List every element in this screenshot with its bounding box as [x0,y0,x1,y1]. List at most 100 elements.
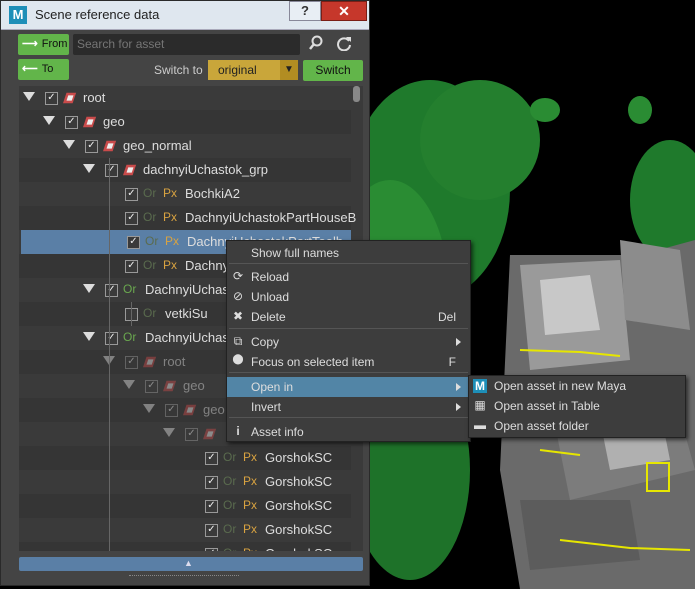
expand-arrow-icon[interactable] [63,140,75,149]
tree-row[interactable]: root [19,86,351,110]
expand-arrow-icon[interactable] [83,332,95,341]
arrow-left-icon: ⟵ [22,63,38,75]
tree-row-label: GorshokSC [265,522,333,537]
tree-guide-line [109,158,110,551]
tree-row[interactable]: dachnyiUchastok_grp [19,158,351,182]
tree-row-checkbox[interactable] [125,260,138,273]
tree-row[interactable]: Or Px DachnyiUchastokPartHouseB [19,206,356,230]
tree-row[interactable]: Or Px GorshokSC [19,518,351,542]
expand-arrow-icon[interactable] [83,284,95,293]
tree-row-checkbox[interactable] [125,356,138,369]
tree-row-label: geo [183,378,205,393]
to-button-label: To [41,63,54,75]
menu-item-label: Copy [251,335,280,349]
tree-row-checkbox[interactable] [145,380,158,393]
menu-item-unload[interactable]: ⊘ Unload [227,287,470,307]
reference-group-icon [143,356,157,368]
from-button[interactable]: ⟶ From [18,34,69,55]
tree-scroll-bar[interactable]: ▲ [19,557,363,571]
original-tag: Or [223,546,236,551]
tree-row[interactable]: Or Px GorshokSC [19,446,351,470]
tree-row-checkbox[interactable] [165,404,178,417]
tree-row[interactable]: geo_normal [19,134,351,158]
menu-item-focus-on-selected-item[interactable]: ⬤ Focus on selected item F [227,352,470,372]
menu-item-label: Open asset in new Maya [494,379,627,393]
tree-row-checkbox[interactable] [185,428,198,441]
tree-row-checkbox[interactable] [205,548,218,551]
refresh-icon[interactable] [334,35,354,56]
menu-separator [229,372,468,373]
proxy-tag: Px [163,258,178,272]
help-button[interactable]: ? [289,1,321,21]
tree-row[interactable]: Or Px GorshokSC [19,542,351,551]
submenu-item-open-asset-in-table[interactable]: ▦ Open asset in Table [469,396,685,416]
title-bar[interactable]: M Scene reference data ? ✕ [1,1,369,30]
tree-row[interactable]: Or Px BochkiA2 [19,182,351,206]
tree-row[interactable]: Or Px GorshokSC [19,470,351,494]
search-input[interactable] [73,34,300,55]
reference-group-icon [203,428,217,440]
menu-shortcut: Del [437,310,456,324]
menu-item-show-full-names[interactable]: Show full names [227,243,470,263]
menu-item-label: Reload [251,270,290,284]
tree-row-checkbox[interactable] [205,476,218,489]
tree-row-checkbox[interactable] [105,284,118,297]
menu-shortcut: F [448,355,456,369]
tree-row-label: geo [103,114,125,129]
proxy-tag: Px [243,498,258,512]
menu-item-label: Delete [251,310,286,324]
tree-row-checkbox[interactable] [125,188,138,201]
tree-row-checkbox[interactable] [85,140,98,153]
expand-arrow-icon[interactable] [83,164,95,173]
tree-row-checkbox[interactable] [105,332,118,345]
expand-arrow-icon[interactable] [43,116,55,125]
tree-row-label: DachnyiUchastokPartHouseB [185,210,357,225]
expand-arrow-icon[interactable] [123,380,135,389]
tree-row[interactable]: Or Px GorshokSC [19,494,351,518]
search-icon[interactable] [306,35,326,56]
menu-item-label: Asset info [251,425,304,439]
menu-item-open-in[interactable]: Open in [227,377,470,397]
table-icon: ▦ [474,398,486,412]
arrow-right-icon: ⟶ [22,38,38,50]
tree-guide-line [131,302,132,326]
tree-scrollbar-handle[interactable] [353,86,360,102]
tree-row-checkbox[interactable] [65,116,78,129]
proxy-tag: Px [243,474,258,488]
tree-row-label: geo_normal [123,138,192,153]
chevron-up-icon[interactable]: ▲ [184,558,193,568]
expand-arrow-icon[interactable] [143,404,155,413]
submenu-item-open-asset-in-new-maya[interactable]: M Open asset in new Maya [469,376,685,396]
tree-row-checkbox[interactable] [205,452,218,465]
original-tag: Or [143,306,157,320]
menu-item-asset-info[interactable]: i Asset info [227,422,470,442]
tree-row[interactable]: geo [19,110,351,134]
menu-item-reload[interactable]: ⟳ Reload [227,267,470,287]
expand-arrow-icon[interactable] [163,428,175,437]
close-button[interactable]: ✕ [321,1,367,21]
menu-item-copy[interactable]: ⧉ Copy [227,332,470,352]
submenu-arrow-icon [456,403,461,411]
maya-icon: M [473,379,487,393]
tree-row-checkbox[interactable] [125,212,138,225]
window-title: Scene reference data [35,7,160,22]
tree-row-checkbox[interactable] [127,236,140,249]
submenu-item-open-asset-folder[interactable]: ▬ Open asset folder [469,416,685,436]
tree-row-checkbox[interactable] [205,524,218,537]
expand-arrow-icon[interactable] [23,92,35,101]
to-button[interactable]: ⟵ To [18,59,69,80]
menu-separator [229,263,468,264]
menu-item-delete[interactable]: ✖ Delete Del [227,307,470,327]
menu-item-label: Open asset folder [494,419,589,433]
tree-row-checkbox[interactable] [105,164,118,177]
tree-row-checkbox[interactable] [205,500,218,513]
tree-row-checkbox[interactable] [45,92,58,105]
chevron-down-icon[interactable]: ▼ [280,60,298,80]
menu-item-invert[interactable]: Invert [227,397,470,417]
submenu-arrow-icon [456,383,461,391]
switch-target-dropdown[interactable]: original ▼ [208,60,298,80]
reference-group-icon [183,404,197,416]
resize-grip[interactable] [129,575,239,580]
switch-button[interactable]: Switch [303,60,363,81]
original-tag: Or [223,450,237,464]
